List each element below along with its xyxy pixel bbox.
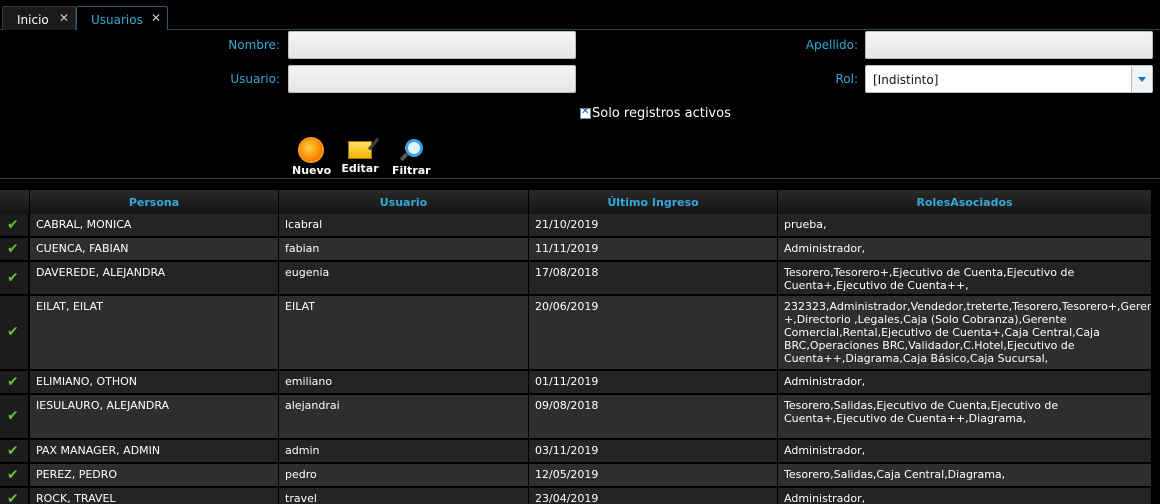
- column-header-persona[interactable]: Persona: [30, 190, 279, 214]
- ultimo-ingreso-cell: 20/06/2019: [529, 296, 778, 369]
- persona-cell: PEREZ, PEDRO: [30, 464, 279, 486]
- check-icon: [0, 238, 29, 260]
- check-icon: [0, 262, 29, 294]
- nombre-label: Nombre:: [228, 38, 280, 52]
- table-row[interactable]: PAX MANAGER, ADMINadmin03/11/2019Adminis…: [0, 440, 1160, 464]
- rol-select[interactable]: [Indistinto]: [865, 65, 1153, 93]
- check-icon: [0, 371, 29, 393]
- edit-icon: [348, 141, 372, 159]
- divider: [0, 178, 1160, 179]
- check-icon: [0, 488, 29, 504]
- search-icon: [399, 139, 423, 161]
- persona-cell: PAX MANAGER, ADMIN: [30, 440, 279, 462]
- roles-cell: Tesorero,Salidas,Ejecutivo de Cuenta,Eje…: [778, 395, 1152, 438]
- column-header-ultimo-ingreso[interactable]: Último Ingreso: [529, 190, 778, 214]
- usuario-cell: travel: [279, 488, 529, 504]
- editar-label: Editar: [341, 162, 379, 175]
- nuevo-button[interactable]: Nuevo: [292, 139, 332, 177]
- ultimo-ingreso-cell: 11/11/2019: [529, 238, 778, 260]
- tab-bar: Inicio ✕ Usuarios ✕: [0, 0, 1160, 30]
- apellido-label: Apellido:: [805, 38, 858, 52]
- ultimo-ingreso-cell: 17/08/2018: [529, 262, 778, 294]
- apellido-field[interactable]: [865, 31, 1153, 59]
- ultimo-ingreso-cell: 03/11/2019: [529, 440, 778, 462]
- table-row[interactable]: CUENCA, FABIANfabian11/11/2019Administra…: [0, 238, 1160, 262]
- table-row[interactable]: EILAT, EILATEILAT20/06/2019232323,Admini…: [0, 296, 1160, 371]
- roles-cell: prueba,: [778, 214, 1152, 236]
- table-row[interactable]: ROCK, TRAVELtravel23/04/2019Administrado…: [0, 488, 1160, 504]
- column-header-roles[interactable]: RolesAsociados: [778, 190, 1152, 214]
- table-row[interactable]: CABRAL, MONICAlcabral21/10/2019prueba,: [0, 214, 1160, 238]
- tab-usuarios-label: Usuarios: [91, 13, 143, 27]
- usuario-cell: lcabral: [279, 214, 529, 236]
- usuario-cell: pedro: [279, 464, 529, 486]
- persona-cell: CABRAL, MONICA: [30, 214, 279, 236]
- usuario-cell: EILAT: [279, 296, 529, 369]
- table-row[interactable]: PEREZ, PEDROpedro12/05/2019Tesorero,Sali…: [0, 464, 1160, 488]
- persona-cell: IESULAURO, ALEJANDRA: [30, 395, 279, 438]
- usuario-cell: fabian: [279, 238, 529, 260]
- usuario-label: Usuario:: [230, 72, 280, 86]
- roles-cell: Administrador,: [778, 238, 1152, 260]
- roles-cell: Tesorero,Salidas,Caja Central,Diagrama,: [778, 464, 1152, 486]
- usuario-cell: emiliano: [279, 371, 529, 393]
- roles-cell: Administrador,: [778, 440, 1152, 462]
- tab-inicio[interactable]: Inicio ✕: [2, 6, 76, 30]
- new-icon: [300, 139, 322, 161]
- check-icon: [0, 214, 29, 236]
- usuario-cell: alejandrai: [279, 395, 529, 438]
- solo-activos-label: Solo registros activos: [592, 106, 731, 121]
- check-icon: [0, 440, 29, 462]
- nombre-field[interactable]: [288, 31, 576, 59]
- table-row[interactable]: IESULAURO, ALEJANDRAalejandrai09/08/2018…: [0, 395, 1160, 440]
- persona-cell: EILAT, EILAT: [30, 296, 279, 369]
- ultimo-ingreso-cell: 23/04/2019: [529, 488, 778, 504]
- usuario-field[interactable]: [288, 65, 576, 93]
- nuevo-label: Nuevo: [292, 164, 332, 177]
- ultimo-ingreso-cell: 21/10/2019: [529, 214, 778, 236]
- persona-cell: ELIMIANO, OTHON: [30, 371, 279, 393]
- table-row[interactable]: ELIMIANO, OTHONemiliano01/11/2019Adminis…: [0, 371, 1160, 395]
- ultimo-ingreso-cell: 09/08/2018: [529, 395, 778, 438]
- roles-cell: Administrador,: [778, 488, 1152, 504]
- roles-cell: 232323,Administrador,Vendedor,treterte,T…: [778, 296, 1152, 369]
- roles-cell: Tesorero,Tesorero+,Ejecutivo de Cuenta,E…: [778, 262, 1152, 294]
- table-row[interactable]: DAVEREDE, ALEJANDRAeugenia17/08/2018Teso…: [0, 262, 1160, 296]
- persona-cell: DAVEREDE, ALEJANDRA: [30, 262, 279, 294]
- solo-activos-checkbox[interactable]: [580, 106, 591, 119]
- persona-cell: ROCK, TRAVEL: [30, 488, 279, 504]
- filtrar-button[interactable]: Filtrar: [392, 139, 431, 177]
- chevron-down-icon[interactable]: [1131, 66, 1152, 92]
- tab-inicio-label: Inicio: [17, 13, 49, 27]
- check-icon: [0, 464, 29, 486]
- column-header-usuario[interactable]: Usuario: [279, 190, 529, 214]
- close-icon[interactable]: ✕: [151, 11, 161, 25]
- close-icon[interactable]: ✕: [59, 11, 69, 25]
- ultimo-ingreso-cell: 12/05/2019: [529, 464, 778, 486]
- tab-usuarios[interactable]: Usuarios ✕: [76, 6, 168, 30]
- check-icon: [0, 395, 29, 438]
- roles-cell: Administrador,: [778, 371, 1152, 393]
- filtrar-label: Filtrar: [392, 164, 431, 177]
- rol-label: Rol:: [835, 72, 858, 86]
- check-icon: [0, 296, 29, 369]
- persona-cell: CUENCA, FABIAN: [30, 238, 279, 260]
- usuario-cell: admin: [279, 440, 529, 462]
- column-header-status: [0, 190, 30, 214]
- usuario-cell: eugenia: [279, 262, 529, 294]
- ultimo-ingreso-cell: 01/11/2019: [529, 371, 778, 393]
- editar-button[interactable]: Editar: [341, 139, 379, 175]
- rol-select-value: [Indistinto]: [873, 73, 939, 87]
